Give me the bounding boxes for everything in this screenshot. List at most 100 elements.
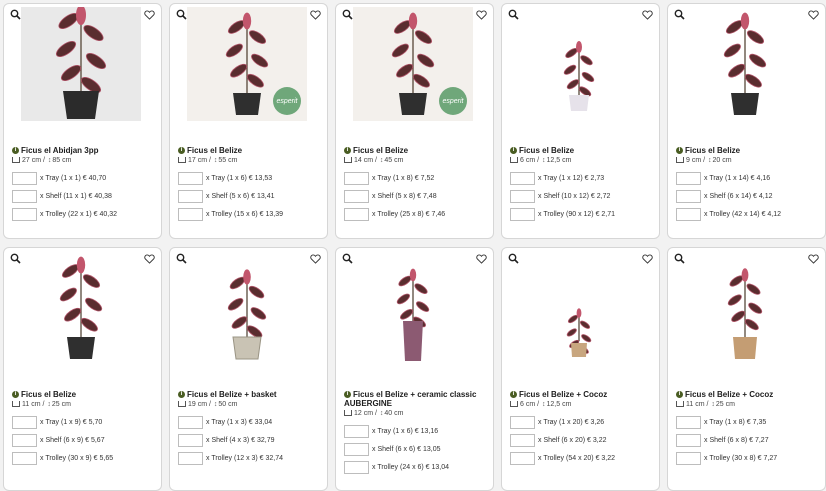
quantity-input[interactable] <box>510 189 535 203</box>
quantity-input[interactable] <box>510 451 535 465</box>
heart-icon[interactable] <box>808 10 819 20</box>
quantity-input[interactable] <box>344 207 369 221</box>
order-option-row: x Trolley (30 x 8) € 7,27 <box>676 451 777 465</box>
quantity-input[interactable] <box>178 207 203 221</box>
quantity-input[interactable] <box>178 433 203 447</box>
product-image[interactable] <box>353 251 473 365</box>
quantity-input[interactable] <box>12 451 37 465</box>
order-option-row: x Trolley (12 x 3) € 32,74 <box>178 451 283 465</box>
quantity-input[interactable] <box>178 415 203 429</box>
heart-icon[interactable] <box>476 10 487 20</box>
order-option-label: x Shelf (4 x 3) € 32,79 <box>206 436 275 444</box>
quantity-input[interactable] <box>344 424 369 438</box>
order-option-label: x Trolley (30 x 9) € 5,65 <box>40 454 114 462</box>
heart-icon[interactable] <box>144 254 155 264</box>
product-title[interactable]: i Ficus el Belize <box>510 146 574 155</box>
pot-size: 19 cm <box>188 401 208 408</box>
zoom-icon[interactable] <box>10 253 21 264</box>
quantity-input[interactable] <box>12 433 37 447</box>
product-card[interactable]: i Ficus el Belize + Cocoz 11 cm / ↕25 cm … <box>667 247 826 491</box>
info-icon[interactable]: i <box>344 147 351 155</box>
product-image[interactable] <box>187 251 307 365</box>
product-card[interactable]: i Ficus el Belize 6 cm / ↕12,5 cm x Tray … <box>501 3 660 239</box>
product-title[interactable]: i Ficus el Belize + basket <box>178 390 277 399</box>
order-option-row: x Tray (1 x 14) € 4,16 <box>676 171 770 185</box>
quantity-input[interactable] <box>344 442 369 456</box>
product-card[interactable]: i Ficus el Abidjan 3pp 27 cm / ↕85 cm x T… <box>3 3 162 239</box>
quantity-input[interactable] <box>344 171 369 185</box>
quantity-input[interactable] <box>12 189 37 203</box>
product-card[interactable]: i Ficus el Belize + basket 19 cm / ↕50 cm… <box>169 247 328 491</box>
zoom-icon[interactable] <box>10 9 21 20</box>
quantity-input[interactable] <box>676 451 701 465</box>
product-title[interactable]: i Ficus el Belize <box>676 146 740 155</box>
zoom-icon[interactable] <box>674 9 685 20</box>
product-image[interactable] <box>21 7 141 121</box>
product-dimensions: 14 cm / ↕45 cm <box>344 157 403 164</box>
product-card[interactable]: i Ficus el Belize 9 cm / ↕20 cm x Tray (1… <box>667 3 826 239</box>
heart-icon[interactable] <box>642 10 653 20</box>
quantity-input[interactable] <box>12 415 37 429</box>
info-icon[interactable]: i <box>344 391 351 399</box>
quantity-input[interactable] <box>12 207 37 221</box>
product-card[interactable]: i Ficus el Belize + Cocoz 6 cm / ↕12,5 cm… <box>501 247 660 491</box>
heart-icon[interactable] <box>642 254 653 264</box>
product-title[interactable]: i Ficus el Belize <box>344 146 408 155</box>
zoom-icon[interactable] <box>342 253 353 264</box>
product-image[interactable] <box>519 251 639 365</box>
quantity-input[interactable] <box>510 207 535 221</box>
product-card[interactable]: esperit i Ficus el Belize 14 cm / ↕45 cm … <box>335 3 494 239</box>
product-image[interactable] <box>685 251 805 365</box>
product-title[interactable]: i Ficus el Abidjan 3pp <box>12 146 99 155</box>
info-icon[interactable]: i <box>510 147 517 155</box>
product-image[interactable]: esperit <box>187 7 307 121</box>
zoom-icon[interactable] <box>176 9 187 20</box>
info-icon[interactable]: i <box>510 391 517 399</box>
heart-icon[interactable] <box>476 254 487 264</box>
product-title[interactable]: i Ficus el Belize + ceramic classic AUBER… <box>344 390 476 408</box>
quantity-input[interactable] <box>676 415 701 429</box>
zoom-icon[interactable] <box>508 9 519 20</box>
zoom-icon[interactable] <box>176 253 187 264</box>
product-title[interactable]: i Ficus el Belize <box>178 146 242 155</box>
heart-icon[interactable] <box>808 254 819 264</box>
quantity-input[interactable] <box>12 171 37 185</box>
info-icon[interactable]: i <box>676 391 683 399</box>
product-image[interactable] <box>21 251 141 365</box>
quantity-input[interactable] <box>344 460 369 474</box>
quantity-input[interactable] <box>676 189 701 203</box>
quantity-input[interactable] <box>510 171 535 185</box>
info-icon[interactable]: i <box>676 147 683 155</box>
info-icon[interactable]: i <box>12 147 19 155</box>
zoom-icon[interactable] <box>674 253 685 264</box>
quantity-input[interactable] <box>178 189 203 203</box>
zoom-icon[interactable] <box>508 253 519 264</box>
quantity-input[interactable] <box>510 433 535 447</box>
heart-icon[interactable] <box>144 10 155 20</box>
quantity-input[interactable] <box>676 433 701 447</box>
quantity-input[interactable] <box>178 171 203 185</box>
quantity-input[interactable] <box>178 451 203 465</box>
product-image[interactable] <box>519 7 639 121</box>
product-card[interactable]: esperit i Ficus el Belize 17 cm / ↕55 cm … <box>169 3 328 239</box>
quantity-input[interactable] <box>510 415 535 429</box>
product-dimensions: 12 cm / ↕40 cm <box>344 410 403 417</box>
pot-icon <box>344 157 352 164</box>
quantity-input[interactable] <box>676 207 701 221</box>
product-title[interactable]: i Ficus el Belize + Cocoz <box>676 390 773 399</box>
heart-icon[interactable] <box>310 254 321 264</box>
product-image[interactable]: esperit <box>353 7 473 121</box>
product-card[interactable]: i Ficus el Belize + ceramic classic AUBER… <box>335 247 494 491</box>
quantity-input[interactable] <box>676 171 701 185</box>
product-title[interactable]: i Ficus el Belize <box>12 390 76 399</box>
heart-icon[interactable] <box>310 10 321 20</box>
info-icon[interactable]: i <box>178 147 185 155</box>
product-card[interactable]: i Ficus el Belize 11 cm / ↕25 cm x Tray (… <box>3 247 162 491</box>
quantity-input[interactable] <box>344 189 369 203</box>
product-title[interactable]: i Ficus el Belize + Cocoz <box>510 390 607 399</box>
info-icon[interactable]: i <box>178 391 185 399</box>
product-image[interactable] <box>685 7 805 121</box>
zoom-icon[interactable] <box>342 9 353 20</box>
info-icon[interactable]: i <box>12 391 19 399</box>
order-option-label: x Shelf (6 x 9) € 5,67 <box>40 436 105 444</box>
